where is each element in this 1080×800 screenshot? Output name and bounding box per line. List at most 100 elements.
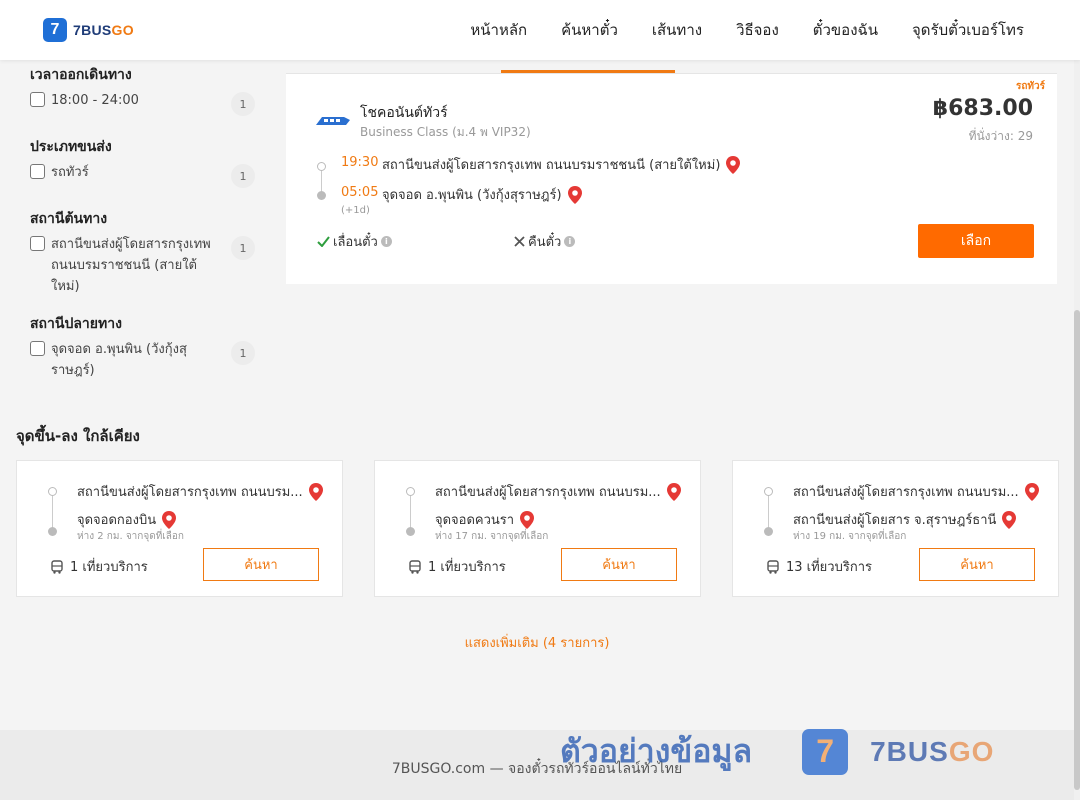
logo-badge: 7 <box>43 18 67 42</box>
arrive-station-name: จุดจอด อ.พุนพิน (วังกุ้งสุราษฎร์) <box>382 188 562 203</box>
cross-icon <box>514 236 525 247</box>
from-dot <box>406 487 415 496</box>
map-pin-icon[interactable] <box>520 510 535 529</box>
filter-checkbox[interactable] <box>30 164 45 179</box>
nearby-route-card: สถานีขนส่งผู้โดยสารกรุงเทพ ถนนบรม... จุด… <box>16 460 343 597</box>
logo-text-main: 7BUS <box>73 22 112 38</box>
logo-text-accent: GO <box>111 22 134 38</box>
route-trips: 1 เที่ยวบริการ <box>50 556 148 577</box>
select-trip-button[interactable]: เลือก <box>918 224 1034 258</box>
nearby-route-card: สถานีขนส่งผู้โดยสารกรุงเทพ ถนนบรม... จุด… <box>374 460 701 597</box>
route-to: จุดจอดกองบิน <box>77 509 177 530</box>
route-trips-label: 13 เที่ยวบริการ <box>786 560 872 575</box>
map-pin-icon[interactable] <box>308 482 323 501</box>
filter-option[interactable]: สถานีขนส่งผู้โดยสารกรุงเทพ ถนนบรมราชชนนี… <box>30 234 255 297</box>
info-icon[interactable]: i <box>380 236 392 247</box>
route-from: สถานีขนส่งผู้โดยสารกรุงเทพ ถนนบรม... <box>435 481 690 502</box>
route-search-button[interactable]: ค้นหา <box>919 548 1035 581</box>
route-from-name: สถานีขนส่งผู้โดยสารกรุงเทพ ถนนบรม... <box>793 485 1019 500</box>
arrive-time: 05:05 <box>341 185 379 200</box>
route-search-button[interactable]: ค้นหา <box>561 548 677 581</box>
route-to-name: สถานีขนส่งผู้โดยสาร จ.สุราษฎร์ธานี <box>793 513 997 528</box>
bus-icon <box>767 559 779 574</box>
watermark-name-main: 7BUS <box>870 735 949 767</box>
trip-type-tag: รถทัวร์ <box>1015 81 1045 92</box>
filter-title: เวลาออกเดินทาง <box>30 67 132 83</box>
refund-policy[interactable]: คืนตั๋ว i <box>514 231 576 252</box>
scrollbar-thumb[interactable] <box>1074 310 1080 790</box>
map-pin-icon[interactable] <box>162 510 177 529</box>
watermark-text: ตัวอย่างข้อมูล <box>560 732 753 770</box>
watermark-logo-badge: 7 <box>802 728 849 775</box>
to-dot <box>764 527 773 536</box>
filter-checkbox[interactable] <box>30 236 45 251</box>
route-to: สถานีขนส่งผู้โดยสาร จ.สุราษฎร์ธานี <box>793 509 1017 530</box>
route-trips-label: 1 เที่ยวบริการ <box>70 560 148 575</box>
filter-option-label[interactable]: 18:00 - 24:00 <box>51 90 221 111</box>
watermark-name-accent: GO <box>948 735 995 767</box>
route-distance: ห่าง 2 กม. จากจุดที่เลือก <box>77 531 184 542</box>
filter-title: สถานีต้นทาง <box>30 211 108 227</box>
route-trips-label: 1 เที่ยวบริการ <box>428 560 506 575</box>
check-icon <box>317 236 330 247</box>
map-pin-icon[interactable] <box>1024 482 1039 501</box>
page-scrollbar[interactable] <box>1074 0 1080 800</box>
route-from-name: สถานีขนส่งผู้โดยสารกรุงเทพ ถนนบรม... <box>435 485 661 500</box>
map-pin-icon[interactable] <box>567 185 582 204</box>
site-header: 7 7BUSGO หน้าหลัก ค้นหาตั๋ว เส้นทาง วิธี… <box>0 0 1080 60</box>
filter-option-label[interactable]: จุดจอด อ.พุนพิน (วังกุ้งสุราษฎร์) <box>51 339 221 381</box>
main-nav: หน้าหลัก ค้นหาตั๋ว เส้นทาง วิธีจอง ตั๋วข… <box>470 18 1024 42</box>
route-trips: 13 เที่ยวบริการ <box>766 556 872 577</box>
watermark-logo: 7 7BUSGO <box>802 728 994 775</box>
filter-title: ประเภทขนส่ง <box>30 139 112 155</box>
filter-checkbox[interactable] <box>30 341 45 356</box>
filter-option[interactable]: จุดจอด อ.พุนพิน (วังกุ้งสุราษฎร์) 1 <box>30 339 255 381</box>
nav-how-to-book[interactable]: วิธีจอง <box>736 18 779 42</box>
show-more-link[interactable]: แสดงเพิ่มเติม (4 รายการ) <box>0 632 1074 653</box>
nav-my-tickets[interactable]: ตั๋วของฉัน <box>813 18 878 42</box>
reschedule-label: เลื่อนตั๋ว <box>333 235 378 250</box>
filter-title: สถานีปลายทาง <box>30 316 122 332</box>
site-logo[interactable]: 7 7BUSGO <box>43 18 134 42</box>
map-pin-icon[interactable] <box>666 482 681 501</box>
filter-option-label[interactable]: สถานีขนส่งผู้โดยสารกรุงเทพ ถนนบรมราชชนนี… <box>51 234 221 297</box>
filter-checkbox[interactable] <box>30 92 45 107</box>
filter-count-badge: 1 <box>231 164 255 188</box>
filter-option-label[interactable]: รถทัวร์ <box>51 162 221 183</box>
to-dot <box>48 527 57 536</box>
filter-group-departure-time: เวลาออกเดินทาง 18:00 - 24:00 1 <box>30 64 255 120</box>
filter-group-transport-type: ประเภทขนส่ง รถทัวร์ 1 <box>30 136 255 192</box>
watermark: ตัวอย่างข้อมูล 7 7BUSGO <box>560 726 994 777</box>
operator-name: โชคอนันต์ทัวร์ <box>360 105 448 121</box>
reschedule-policy[interactable]: เลื่อนตั๋ว i <box>317 231 392 252</box>
info-icon[interactable]: i <box>564 236 576 247</box>
nav-routes[interactable]: เส้นทาง <box>652 18 702 42</box>
trip-result-card: รถทัวร์ โชคอนันต์ทัวร์ Business Class (ม… <box>286 73 1057 284</box>
bus-icon <box>409 559 421 574</box>
bus-icon <box>51 559 63 574</box>
arrive-station: จุดจอด อ.พุนพิน (วังกุ้งสุราษฎร์) <box>382 184 582 205</box>
route-distance: ห่าง 19 กม. จากจุดที่เลือก <box>793 531 907 542</box>
bus-class: Business Class (ม.4 พ VIP32) <box>360 125 531 139</box>
logo-text: 7BUSGO <box>73 22 134 38</box>
route-trips: 1 เที่ยวบริการ <box>408 556 506 577</box>
watermark-logo-name: 7BUSGO <box>870 736 994 768</box>
nav-search-ticket[interactable]: ค้นหาตั๋ว <box>561 18 618 42</box>
from-dot <box>764 487 773 496</box>
route-to: จุดจอดควนรา <box>435 509 535 530</box>
route-to-name: จุดจอดกองบิน <box>77 513 157 528</box>
nearby-route-card: สถานีขนส่งผู้โดยสารกรุงเทพ ถนนบรม... สถา… <box>732 460 1059 597</box>
map-pin-icon[interactable] <box>726 155 741 174</box>
filter-option[interactable]: รถทัวร์ 1 <box>30 162 255 192</box>
nav-home[interactable]: หน้าหลัก <box>470 18 527 42</box>
depart-station-name: สถานีขนส่งผู้โดยสารกรุงเทพ ถนนบรมราชชนนี… <box>382 158 721 173</box>
map-pin-icon[interactable] <box>1002 510 1017 529</box>
seats-available: ที่นั่งว่าง: 29 <box>968 129 1033 143</box>
filter-count-badge: 1 <box>231 236 255 260</box>
nav-pickup-points[interactable]: จุดรับตั๋วเบอร์โทร <box>912 18 1024 42</box>
route-search-button[interactable]: ค้นหา <box>203 548 319 581</box>
depart-dot <box>317 162 326 171</box>
filter-option[interactable]: 18:00 - 24:00 1 <box>30 90 255 120</box>
refund-label: คืนตั๋ว <box>528 235 562 250</box>
filter-count-badge: 1 <box>231 341 255 365</box>
